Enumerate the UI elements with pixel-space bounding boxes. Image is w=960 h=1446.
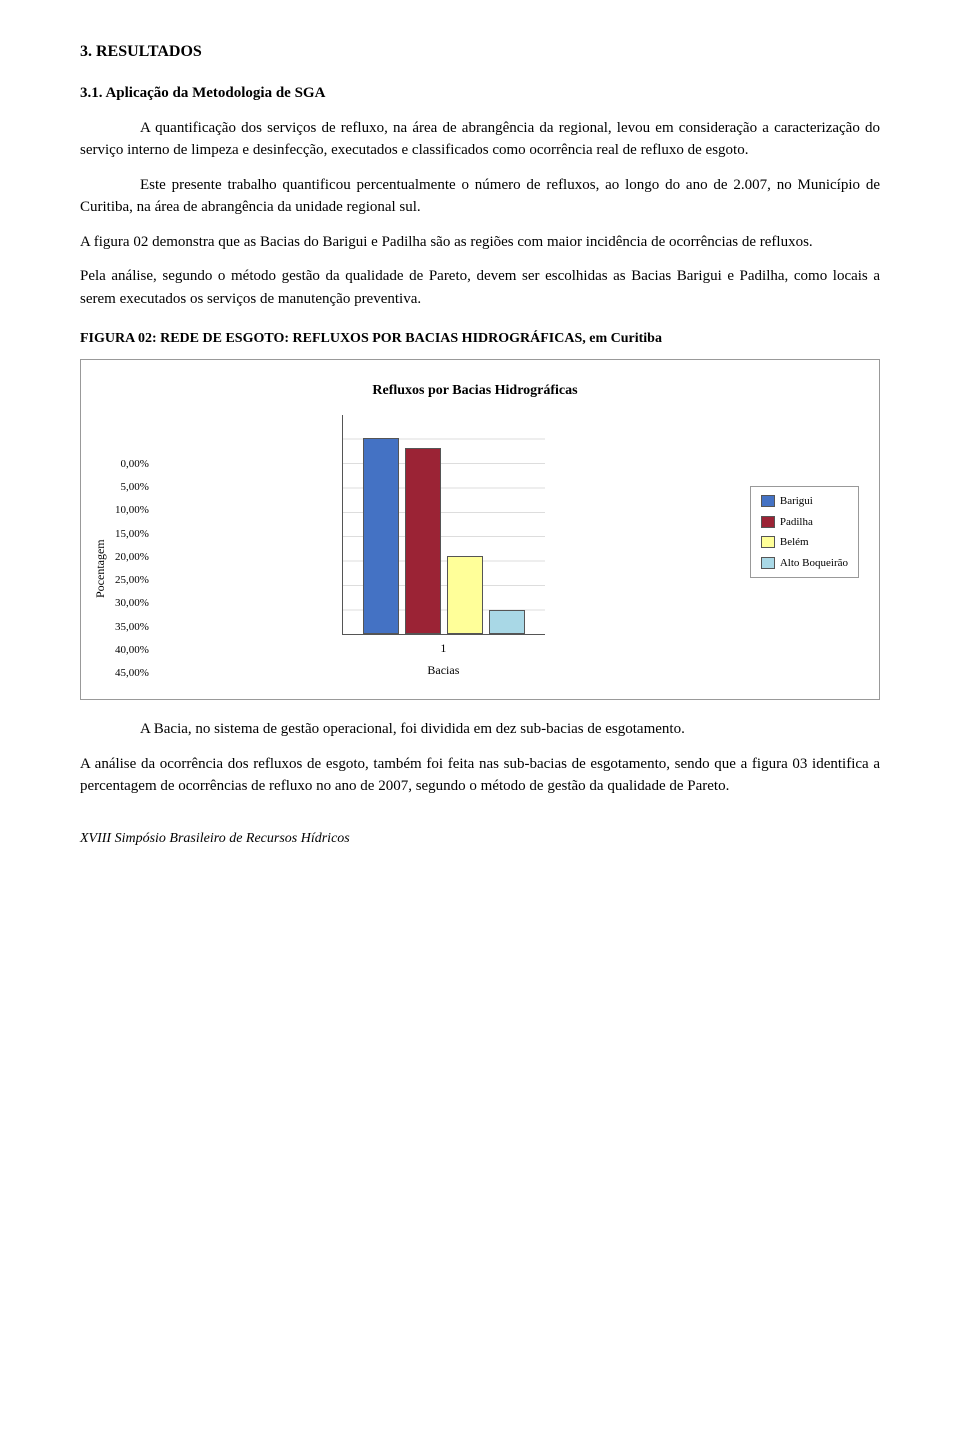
legend-item-barigui: Barigui [761, 493, 848, 510]
y-tick: 10,00% [115, 505, 149, 516]
y-tick: 20,00% [115, 552, 149, 563]
figure-caption: FIGURA 02: REDE DE ESGOTO: REFLUXOS POR … [80, 328, 880, 349]
legend-item-alto-boqueirão: Alto Boqueirão [761, 555, 848, 572]
chart-container: Refluxos por Bacias Hidrográficas Pocent… [80, 359, 880, 700]
bars-row [342, 415, 545, 635]
y-tick: 40,00% [115, 645, 149, 656]
y-tick: 5,00% [115, 482, 149, 493]
legend-label: Padilha [780, 514, 813, 531]
section-number: 3. [80, 43, 92, 60]
legend-item-padilha: Padilha [761, 514, 848, 531]
bar-padilha [405, 448, 441, 634]
y-axis: 45,00% 40,00% 35,00% 30,00% 25,00% 20,00% 15,0… [115, 459, 157, 679]
legend-color-box [761, 516, 775, 528]
x-tick-label: 1 [440, 639, 446, 657]
subsection-title-text: Aplicação da Metodologia de SGA [105, 85, 325, 101]
legend: Barigui Padilha Belém Alto Boqueirão [750, 486, 859, 578]
legend-color-box [761, 557, 775, 569]
paragraph-5: A Bacia, no sistema de gestão operaciona… [80, 718, 880, 741]
subsection-title: 3.1. Aplicação da Metodologia de SGA [80, 82, 880, 105]
section-title: 3. RESULTADOS [80, 40, 880, 64]
y-tick: 0,00% [115, 459, 149, 470]
legend-label: Barigui [780, 493, 813, 510]
legend-label: Alto Boqueirão [780, 555, 848, 572]
y-tick: 15,00% [115, 529, 149, 540]
paragraph-3: A figura 02 demonstra que as Bacias do B… [80, 231, 880, 254]
paragraph-4: Pela análise, segundo o método gestão da… [80, 265, 880, 310]
paragraph-1: A quantificação dos serviços de refluxo,… [80, 117, 880, 162]
x-axis-title: Bacias [427, 661, 459, 679]
legend-color-box [761, 495, 775, 507]
y-tick: 45,00% [115, 668, 149, 679]
bar-alto-boqueirão [489, 610, 525, 634]
chart-area: Pocentagem 45,00% 40,00% 35,00% 30,00% 25,00… [91, 415, 859, 679]
bar-belém [447, 556, 483, 634]
y-tick: 35,00% [115, 622, 149, 633]
legend-label: Belém [780, 534, 809, 551]
paragraph-6: A análise da ocorrência dos refluxos de … [80, 753, 880, 798]
y-axis-label: Pocentagem [91, 459, 109, 679]
legend-color-box [761, 536, 775, 548]
footer-text: XVIII Simpósio Brasileiro de Recursos Hí… [80, 828, 880, 849]
section-title-text: RESULTADOS [96, 43, 202, 60]
legend-item-belém: Belém [761, 534, 848, 551]
paragraph-2: Este presente trabalho quantificou perce… [80, 174, 880, 219]
chart-title: Refluxos por Bacias Hidrográficas [91, 380, 859, 401]
bars-and-legend: 1 Bacias Barigui Padilha Belém Alto Boqueir… [157, 415, 859, 679]
y-tick: 25,00% [115, 575, 149, 586]
bars-section: 1 Bacias [157, 415, 730, 679]
subsection-number: 3.1. [80, 85, 103, 101]
bar-barigui [363, 438, 399, 634]
y-tick: 30,00% [115, 598, 149, 609]
